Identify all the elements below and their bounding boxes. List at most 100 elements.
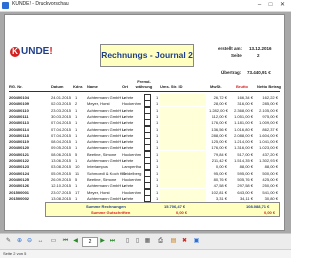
close-button[interactable]: ✕ (278, 1, 287, 9)
cell-netto: 1.041,00 € (259, 139, 278, 145)
cell-brutto: 2.088,00 € (234, 132, 253, 138)
cell-brutto: 1.514,35 € (234, 158, 253, 163)
prev-page-icon[interactable]: ◀ (72, 238, 79, 245)
cell-netto: 285,00 € (262, 101, 278, 107)
print-icon[interactable]: ⎙ (157, 238, 164, 245)
zoom-fit-icon[interactable]: ▭ (50, 238, 57, 245)
carry-value: 73.440,91 € (247, 70, 271, 75)
cell-datum: 23.07.2015 (51, 189, 72, 195)
zoom-out-icon[interactable]: ⊖ (26, 238, 33, 245)
export-icon[interactable]: ▤ (170, 238, 177, 245)
cell-name: Beetine, Simone (87, 176, 117, 182)
save-icon[interactable]: ▣ (193, 238, 200, 245)
wrench-icon[interactable]: ✎ (5, 238, 12, 245)
header-divider (9, 91, 280, 92)
cell-mwst: 125,00 € (211, 139, 227, 145)
credit-label: Summe Gutschriften (91, 210, 131, 215)
cell-mwst: 0,00 € (215, 164, 227, 170)
cell-n: 1 (156, 113, 159, 119)
cell-kdnr: 17 (75, 189, 80, 195)
vat-id-field (160, 163, 206, 170)
page-number-field[interactable]: 2 (82, 237, 98, 247)
vat-id-field (160, 144, 206, 151)
single-page-icon[interactable]: ▯ (124, 238, 131, 245)
cell-nr: 200400114 (9, 126, 29, 132)
vat-id-field (160, 182, 206, 189)
cell-nr: 200400126 (9, 183, 30, 189)
last-page-icon[interactable]: ⏭ (109, 238, 116, 245)
cell-ort: Lampertha (122, 164, 142, 170)
cell-brutto: 2.368,00 € (234, 107, 253, 113)
cell-ort: Lehrte (122, 183, 134, 189)
cell-datum: 13.06.2015 (51, 158, 72, 163)
status-text: Seite 2 von 5 (3, 251, 27, 256)
first-page-icon[interactable]: ⏮ (62, 238, 69, 245)
cell-datum: 12.10.2015 (51, 183, 72, 189)
cell-n: 1 (156, 95, 159, 100)
minimize-button[interactable]: – (255, 1, 264, 9)
vat-id-field (160, 175, 206, 182)
cell-datum: 26.09.2015 (51, 176, 72, 182)
cell-netto: 88,00 € (264, 164, 278, 170)
cell-name: Achtermann GmbH u (87, 195, 125, 201)
cell-n: 1 (156, 164, 159, 170)
two-pages-icon[interactable]: ▯ (134, 238, 141, 245)
cell-kdnr: 1 (75, 195, 78, 201)
summary-box: Summe Rechnungen 15.706,47 € 108.088,71 … (45, 202, 280, 217)
cell-ort: Lehrte (122, 158, 134, 163)
vat-id-field (160, 100, 206, 107)
maximize-button[interactable]: □ (266, 1, 275, 9)
cell-nr: 200400119 (9, 139, 29, 145)
cell-mwst: 211,42 € (211, 158, 227, 163)
cell-ort: Lehrte (122, 113, 134, 119)
cell-netto: 975,00 € (262, 113, 278, 119)
next-page-icon[interactable]: ▶ (99, 238, 106, 245)
page-width-icon[interactable]: ↔ (37, 238, 44, 245)
cell-nr: 200400113 (9, 120, 29, 126)
cell-name: Achtermann GmbH u (87, 113, 125, 119)
cell-mwst: 136,56 € (211, 126, 227, 132)
cell-mwst: 112,00 € (211, 113, 227, 119)
cell-kdnr: 1 (75, 107, 78, 113)
cell-ort: Lehrte (122, 195, 134, 201)
cell-nr: 200400104 (9, 95, 30, 100)
cell-name: Achtermann GmbH u (87, 145, 125, 151)
cell-datum: 02.03.2015 (51, 101, 72, 107)
vat-id-field (160, 194, 206, 201)
cell-netto: 1.604,00 € (259, 132, 278, 138)
cell-netto: 862,37 € (262, 126, 278, 132)
cell-name: Achtermann GmbH u (87, 132, 125, 138)
window-title: KUNDE! - Druckvorschau (12, 1, 69, 7)
four-pages-icon[interactable]: ▦ (144, 238, 151, 245)
vat-id-field (160, 150, 206, 157)
kunde-logo: K UNDE ! (10, 46, 53, 57)
cell-kdnr: 2 (75, 101, 78, 107)
cell-ort: Hockenhm (122, 151, 142, 157)
zoom-in-icon[interactable]: ⊕ (16, 238, 23, 245)
cell-brutto: 517,00 € (237, 151, 253, 157)
cell-nr: 200400109 (9, 101, 30, 107)
cell-kdnr: 5 (75, 151, 78, 157)
cell-name: Meyer, Horst (87, 189, 110, 195)
cell-ort: Lehrte (122, 145, 134, 151)
cell-nr: 200400118 (9, 132, 29, 138)
created-value: 13.12.2016 (249, 46, 272, 51)
vat-id-field (160, 119, 206, 126)
cell-mwst: 47,58 € (213, 183, 227, 189)
vat-id-field (160, 169, 206, 176)
cell-mwst: 80,76 € (213, 176, 227, 182)
vat-id-field (160, 157, 206, 163)
currency-checkbox[interactable] (144, 194, 151, 202)
cell-mwst: 79,84 € (213, 151, 227, 157)
cell-kdnr: 1 (75, 139, 78, 145)
carry-label: Übertrag: (221, 70, 242, 75)
cell-netto: 500,00 € (262, 170, 278, 176)
cell-kdnr: 1 (75, 183, 78, 189)
cell-brutto: 1.181,00 € (234, 120, 253, 126)
cell-nr: 200400121 (9, 151, 30, 157)
close-icon[interactable]: ✖ (181, 238, 188, 245)
title-bar: KUNDE! - Druckvorschau – □ ✕ (0, 0, 291, 12)
preview-area[interactable]: K UNDE ! Rechnungs - Journal 2 erstellt … (0, 12, 291, 233)
cell-nr: 201500002 (9, 195, 30, 201)
vat-id-field (160, 131, 206, 138)
